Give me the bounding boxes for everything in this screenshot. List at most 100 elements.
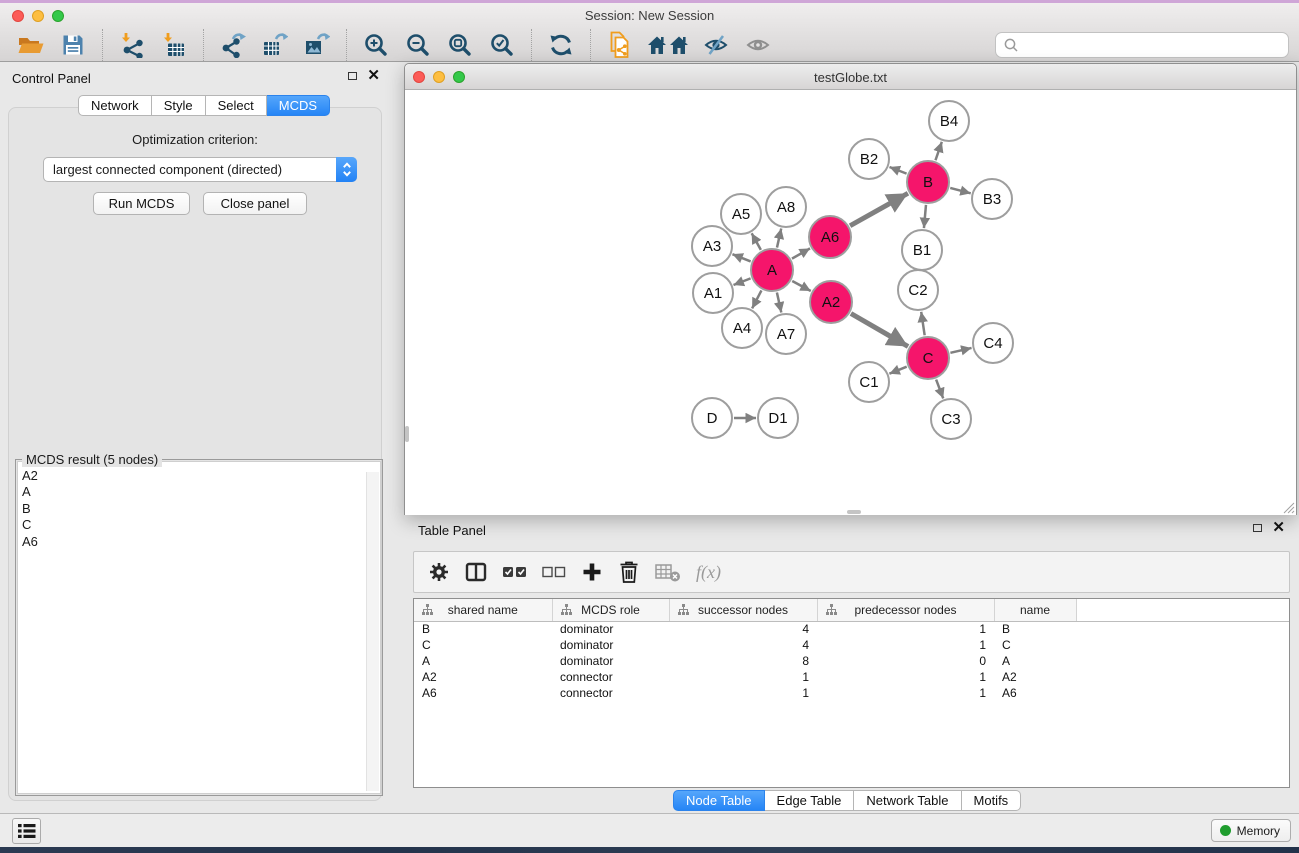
graph-edge-A-A7[interactable] bbox=[777, 292, 781, 312]
graph-node-C3[interactable]: C3 bbox=[931, 399, 971, 439]
zoom-in-button[interactable] bbox=[361, 30, 391, 60]
select-all-button[interactable] bbox=[502, 564, 527, 580]
graph-edge-A-A2[interactable] bbox=[792, 281, 811, 291]
result-scrollbar[interactable] bbox=[366, 472, 379, 791]
graph-node-D[interactable]: D bbox=[692, 398, 732, 438]
graph-edge-A-A1[interactable] bbox=[733, 278, 750, 285]
table-row[interactable]: Adominator 80 A bbox=[414, 653, 1289, 669]
tab-edge-table[interactable]: Edge Table bbox=[765, 790, 855, 811]
graph-node-A4[interactable]: A4 bbox=[722, 308, 762, 348]
search-field[interactable] bbox=[995, 32, 1289, 58]
graph-edge-C-C1[interactable] bbox=[889, 367, 906, 374]
graph-edge-B-B3[interactable] bbox=[950, 188, 971, 193]
graph-node-A6[interactable]: A6 bbox=[809, 216, 851, 258]
export-table-button[interactable] bbox=[260, 30, 290, 60]
graph-edge-C-C4[interactable] bbox=[950, 348, 971, 353]
network-canvas[interactable]: A A1 A2 A3 A4 A5 A6 A7 A8 B B1 B2 B3B4 C C1 C2 C3C4 D D1 bbox=[405, 90, 1296, 515]
horizontal-scrollbar-thumb[interactable] bbox=[847, 510, 861, 514]
home-layout-button[interactable] bbox=[647, 30, 689, 60]
clone-network-button[interactable] bbox=[605, 30, 635, 60]
tab-select[interactable]: Select bbox=[206, 95, 267, 116]
save-session-button[interactable] bbox=[58, 30, 88, 60]
graph-node-A3[interactable]: A3 bbox=[692, 226, 732, 266]
search-input[interactable] bbox=[1024, 35, 1288, 55]
deselect-all-button[interactable] bbox=[542, 564, 566, 580]
close-table-panel-icon[interactable]: ✕ bbox=[1272, 522, 1285, 534]
column-header-predecessor-nodes[interactable]: predecessor nodes bbox=[817, 599, 994, 621]
float-panel-icon[interactable] bbox=[348, 72, 357, 80]
tab-network-table[interactable]: Network Table bbox=[854, 790, 961, 811]
graph-node-B2[interactable]: B2 bbox=[849, 139, 889, 179]
network-window-titlebar[interactable]: testGlobe.txt bbox=[405, 64, 1296, 90]
tab-network[interactable]: Network bbox=[78, 95, 152, 116]
graph-edge-B-B2[interactable] bbox=[889, 167, 906, 174]
graph-edge-A2-C[interactable] bbox=[851, 313, 908, 346]
tab-style[interactable]: Style bbox=[152, 95, 206, 116]
list-item[interactable]: A2 bbox=[22, 468, 380, 484]
function-builder-button[interactable]: f(x) bbox=[696, 562, 721, 583]
close-panel-button[interactable]: Close panel bbox=[203, 192, 307, 215]
graph-edge-C-C2[interactable] bbox=[921, 312, 924, 335]
zoom-selected-button[interactable] bbox=[487, 30, 517, 60]
show-task-history-button[interactable] bbox=[12, 818, 41, 844]
show-all-button[interactable] bbox=[743, 30, 773, 60]
delete-table-button[interactable] bbox=[655, 561, 681, 583]
add-column-button[interactable] bbox=[581, 561, 603, 583]
import-network-button[interactable] bbox=[117, 30, 147, 60]
mcds-result-list[interactable]: A2 A B C A6 bbox=[17, 461, 381, 794]
graph-node-A5[interactable]: A5 bbox=[721, 194, 761, 234]
graph-edge-B-B4[interactable] bbox=[935, 142, 941, 160]
table-row[interactable]: A6connector 11 A6 bbox=[414, 685, 1289, 701]
graph-edge-A-A4[interactable] bbox=[752, 290, 761, 308]
graph-node-A8[interactable]: A8 bbox=[766, 187, 806, 227]
graph-edge-A6-B[interactable] bbox=[850, 193, 908, 225]
memory-button[interactable]: Memory bbox=[1211, 819, 1291, 842]
export-image-button[interactable] bbox=[302, 30, 332, 60]
table-row[interactable]: Bdominator 41 B bbox=[414, 621, 1289, 637]
tab-mcds[interactable]: MCDS bbox=[267, 95, 330, 116]
list-item[interactable]: B bbox=[22, 501, 380, 517]
graph-edge-B-B1[interactable] bbox=[924, 205, 926, 228]
delete-column-button[interactable] bbox=[618, 560, 640, 584]
zoom-fit-button[interactable] bbox=[445, 30, 475, 60]
table-row[interactable]: Cdominator 41 C bbox=[414, 637, 1289, 653]
graph-node-B1[interactable]: B1 bbox=[902, 230, 942, 270]
tab-motifs[interactable]: Motifs bbox=[962, 790, 1022, 811]
table-row[interactable]: A2connector 11 A2 bbox=[414, 669, 1289, 685]
run-mcds-button[interactable]: Run MCDS bbox=[93, 192, 190, 215]
refresh-button[interactable] bbox=[546, 30, 576, 60]
graph-node-D1[interactable]: D1 bbox=[758, 398, 798, 438]
criterion-dropdown[interactable]: largest connected component (directed) bbox=[43, 157, 357, 182]
resize-grip[interactable] bbox=[1283, 502, 1295, 514]
graph-node-B3[interactable]: B3 bbox=[972, 179, 1012, 219]
import-table-button[interactable] bbox=[159, 30, 189, 60]
column-header-mcds-role[interactable]: MCDS role bbox=[552, 599, 669, 621]
zoom-out-button[interactable] bbox=[403, 30, 433, 60]
graph-node-A2[interactable]: A2 bbox=[810, 281, 852, 323]
graph-node-A7[interactable]: A7 bbox=[766, 314, 806, 354]
graph-edge-A-A3[interactable] bbox=[732, 254, 750, 261]
float-table-panel-icon[interactable] bbox=[1253, 524, 1262, 532]
graph-edge-A-A8[interactable] bbox=[777, 228, 781, 247]
graph-node-B4[interactable]: B4 bbox=[929, 101, 969, 141]
open-session-button[interactable] bbox=[16, 30, 46, 60]
graph-node-A[interactable]: A bbox=[751, 249, 793, 291]
column-header-name[interactable]: name bbox=[994, 599, 1076, 621]
graph-node-C1[interactable]: C1 bbox=[849, 362, 889, 402]
graph-node-C2[interactable]: C2 bbox=[898, 270, 938, 310]
graph-node-B[interactable]: B bbox=[907, 161, 949, 203]
graph-node-C4[interactable]: C4 bbox=[973, 323, 1013, 363]
export-network-button[interactable] bbox=[218, 30, 248, 60]
list-item[interactable]: A bbox=[22, 484, 380, 500]
list-item[interactable]: A6 bbox=[22, 534, 380, 550]
table-settings-button[interactable] bbox=[428, 561, 450, 583]
hide-selected-button[interactable] bbox=[701, 30, 731, 60]
graph-node-A1[interactable]: A1 bbox=[693, 273, 733, 313]
graph-edge-A-A6[interactable] bbox=[792, 248, 810, 258]
close-panel-icon[interactable]: ✕ bbox=[367, 70, 380, 82]
show-columns-button[interactable] bbox=[465, 561, 487, 583]
graph-edge-A-A5[interactable] bbox=[752, 233, 761, 250]
column-header-shared-name[interactable]: shared name bbox=[414, 599, 552, 621]
list-item[interactable]: C bbox=[22, 517, 380, 533]
graph-node-C[interactable]: C bbox=[907, 337, 949, 379]
